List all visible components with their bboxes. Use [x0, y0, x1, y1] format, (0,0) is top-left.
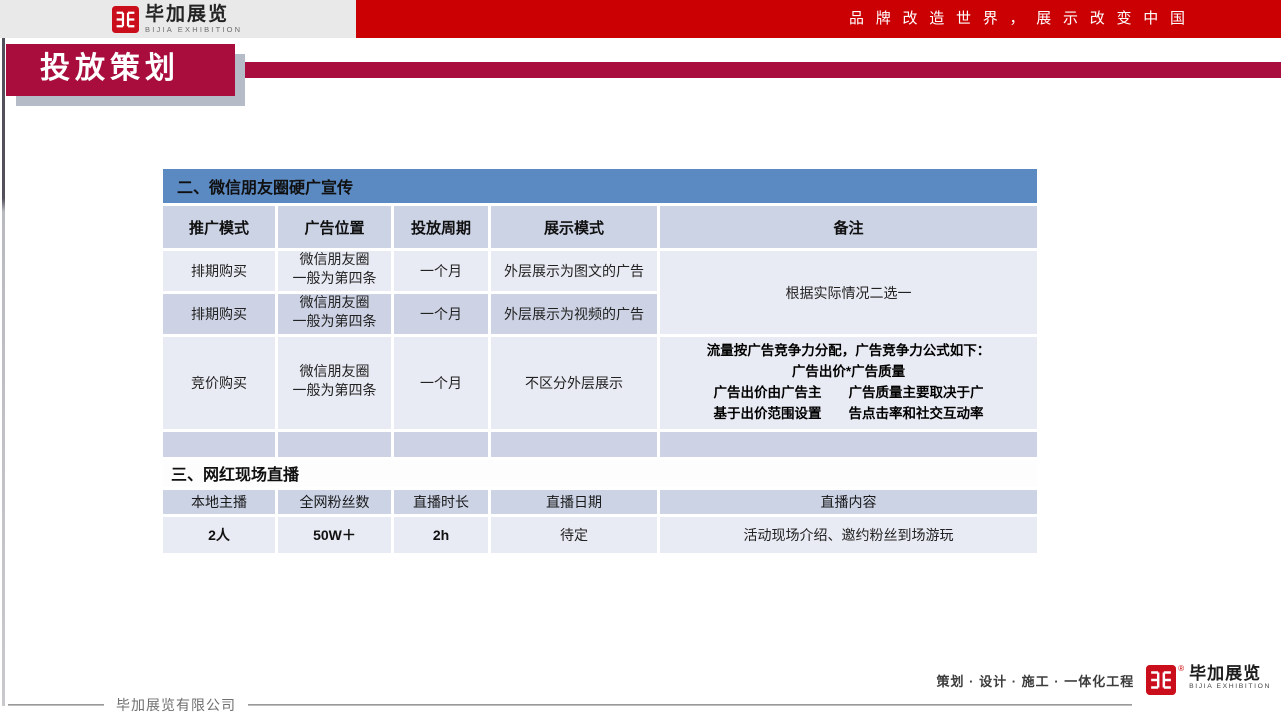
bid-note-line-4: 基于出价范围设置 告点击率和社交互动率 [668, 404, 1029, 425]
row1-mode: 排期购买 [163, 251, 275, 291]
top-header-bar: 毕加展览 BIJIA EXHIBITION [0, 0, 356, 38]
page-title: 投放策划 [6, 44, 235, 96]
row3-period: 一个月 [394, 337, 488, 429]
bid-note-line-3: 广告出价由广告主 广告质量主要取决于广 [668, 383, 1029, 404]
col-header-mode: 推广模式 [163, 206, 275, 248]
table1-row-3: 竞价购买 微信朋友圈 一般为第四条 一个月 不区分外层展示 流量按广告竞争力分配… [163, 337, 1037, 429]
row3-mode: 竞价购买 [163, 337, 275, 429]
col-header-duration: 直播时长 [394, 490, 488, 514]
stream-duration: 2h [394, 517, 488, 553]
footer-tagline: 策划 · 设计 · 施工 · 一体化工程 [937, 671, 1135, 690]
col-header-date: 直播日期 [491, 490, 657, 514]
empty-cell [491, 432, 657, 457]
footer-brand-text: 毕加展览 BIJIA EXHIBITION [1189, 665, 1271, 691]
col-header-fans: 全网粉丝数 [278, 490, 391, 514]
row2-position: 微信朋友圈 一般为第四条 [278, 294, 391, 334]
row3-bid-note: 流量按广告竞争力分配，广告竞争力公式如下： 广告出价*广告质量 广告出价由广告主… [660, 337, 1037, 429]
empty-cell [278, 432, 391, 457]
stream-content: 活动现场介绍、邀约粉丝到场游玩 [660, 517, 1037, 553]
stream-date: 待定 [491, 517, 657, 553]
section2-header-row: 三、网红现场直播 [163, 460, 1037, 487]
row2-display: 外层展示为视频的广告 [491, 294, 657, 334]
row1-position: 微信朋友圈 一般为第四条 [278, 251, 391, 291]
slogan-text: 品 牌 改 造 世 界 ， 展 示 改 变 中 国 [849, 11, 1189, 27]
footer-company: 毕加展览有限公司 [116, 695, 236, 715]
brand-name: 毕加展览 [145, 5, 242, 24]
table2-data-row: 2人 50W＋ 2h 待定 活动现场介绍、邀约粉丝到场游玩 [163, 517, 1037, 553]
left-edge-rule [2, 38, 5, 706]
bijia-logo-icon [1146, 665, 1176, 695]
title-horizontal-bar [228, 62, 1281, 78]
bijia-logo-icon [112, 6, 139, 33]
rows12-merged-note: 根据实际情况二选一 [660, 251, 1037, 334]
col-header-period: 投放周期 [394, 206, 488, 248]
empty-cell [394, 432, 488, 457]
section2-title: 三、网红现场直播 [163, 460, 1037, 487]
footer-logo: ® 毕加展览 BIJIA EXHIBITION [1146, 665, 1271, 695]
section1-title: 二、微信朋友圈硬广宣传 [163, 169, 1037, 203]
footer-brand-name: 毕加展览 [1189, 665, 1271, 682]
empty-cell [660, 432, 1037, 457]
col-header-display: 展示模式 [491, 206, 657, 248]
brand-subtitle: BIJIA EXHIBITION [145, 26, 242, 34]
footer-rule-left [8, 704, 104, 706]
row1-period: 一个月 [394, 251, 488, 291]
fans-count: 50W＋ [278, 517, 391, 553]
footer-brand-subtitle: BIJIA EXHIBITION [1189, 684, 1271, 691]
col-header-position: 广告位置 [278, 206, 391, 248]
slogan-banner: 品 牌 改 造 世 界 ， 展 示 改 变 中 国 [356, 0, 1281, 38]
bid-note-line-1: 流量按广告竞争力分配，广告竞争力公式如下： [668, 341, 1029, 362]
col-header-anchor: 本地主播 [163, 490, 275, 514]
brand-logo: 毕加展览 BIJIA EXHIBITION [112, 5, 242, 34]
table1-row-1: 排期购买 微信朋友圈 一般为第四条 一个月 外层展示为图文的广告 根据实际情况二… [163, 251, 1037, 291]
table2-column-header-row: 本地主播 全网粉丝数 直播时长 直播日期 直播内容 [163, 490, 1037, 514]
anchor-count: 2人 [163, 517, 275, 553]
footer-rule-right [248, 704, 1132, 706]
registered-trademark-mark: ® [1178, 665, 1184, 673]
row2-period: 一个月 [394, 294, 488, 334]
row2-mode: 排期购买 [163, 294, 275, 334]
row3-position: 微信朋友圈 一般为第四条 [278, 337, 391, 429]
row1-display: 外层展示为图文的广告 [491, 251, 657, 291]
bid-note-line-2: 广告出价*广告质量 [668, 362, 1029, 383]
section1-header-row: 二、微信朋友圈硬广宣传 [163, 169, 1037, 203]
col-header-content: 直播内容 [660, 490, 1037, 514]
footer-brand-area: 策划 · 设计 · 施工 · 一体化工程 ® 毕加展览 BIJIA EXHIBI… [937, 665, 1271, 695]
footer-rule: 毕加展览有限公司 [8, 695, 1132, 715]
brand-text: 毕加展览 BIJIA EXHIBITION [145, 5, 242, 34]
table1-empty-row [163, 432, 1037, 457]
empty-cell [163, 432, 275, 457]
page-title-text: 投放策划 [40, 52, 180, 85]
content-table: 二、微信朋友圈硬广宣传 推广模式 广告位置 投放周期 展示模式 备注 排期购买 … [160, 166, 1040, 556]
table1-column-header-row: 推广模式 广告位置 投放周期 展示模式 备注 [163, 206, 1037, 248]
col-header-note: 备注 [660, 206, 1037, 248]
row3-display: 不区分外层展示 [491, 337, 657, 429]
